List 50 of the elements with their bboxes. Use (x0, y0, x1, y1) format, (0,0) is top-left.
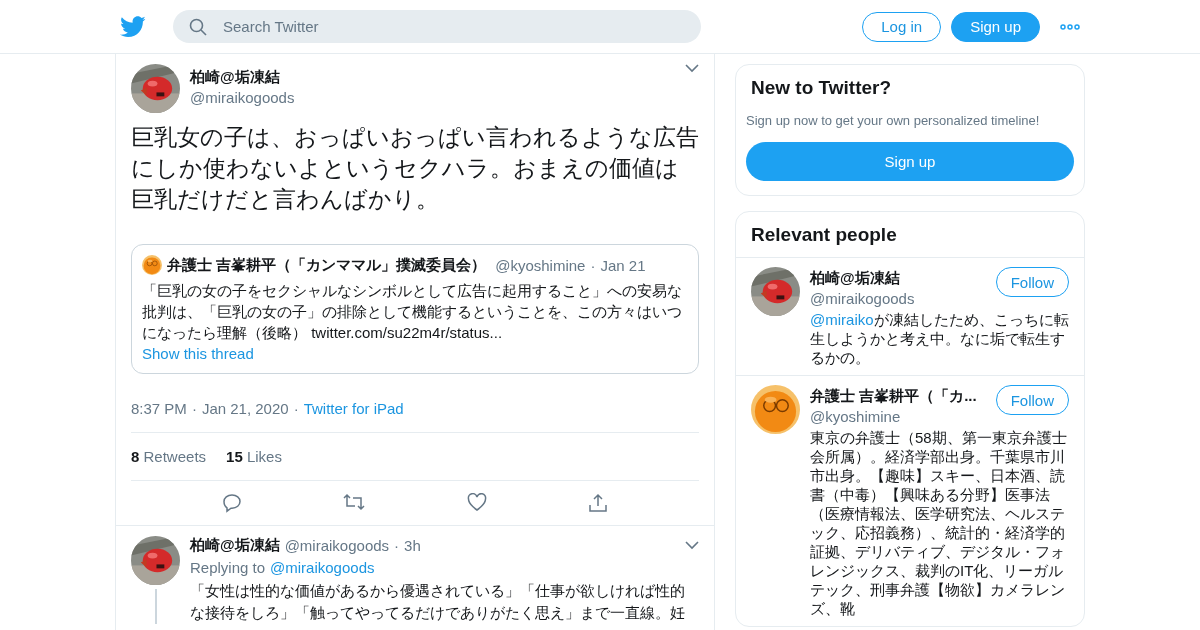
bird-logo[interactable] (120, 15, 146, 38)
separator-dot: · (590, 256, 596, 274)
search-icon (189, 18, 207, 36)
reply-text: 「女性は性的な価値があるから優遇されている」「仕事が欲しければ性的な接待をしろ」「触ってやってるだけでありがたく思え」まで一直線。妊 (190, 581, 686, 623)
like-count[interactable]: 15 Likes (226, 448, 282, 465)
quoted-user-name: 弁護士 吉峯耕平（「カンママル」撲滅委員会） (167, 255, 487, 275)
share-icon[interactable] (588, 493, 609, 513)
heart-icon[interactable] (466, 493, 487, 511)
tweet-time: 8:37 PM (131, 400, 187, 417)
user-bio: @miraikoが凍結したため、こっちに転生しようかと考え中。なに垢で転生するかの。 (810, 310, 1069, 367)
tweet-text: 巨乳女の子は、おっぱいおっぱい言われるような広告にしか使わないよというセクハラ。おまえの価値は巨乳だけだと言わんばかり。 (131, 123, 699, 214)
user-handle[interactable]: @kyoshimine (810, 408, 988, 425)
signup-button[interactable]: Sign up (951, 11, 1040, 42)
reply-icon[interactable] (221, 493, 242, 513)
search-field[interactable]: Search Twitter (173, 10, 701, 43)
card-title: Relevant people (750, 223, 898, 247)
tweet-date: Jan 21, 2020 (201, 400, 289, 417)
user-name[interactable]: 柏崎@垢凍結 (190, 68, 675, 87)
card-subtitle: Sign up now to get your own personalized timeline! (746, 113, 1041, 128)
separator-dot: · (191, 400, 197, 417)
user-name[interactable]: 柏崎@垢凍結 (810, 269, 988, 288)
more-icon[interactable] (1060, 23, 1080, 30)
login-button[interactable]: Log in (862, 11, 942, 42)
card-title: New to Twitter? (750, 77, 893, 99)
quoted-tweet[interactable]: 弁護士 吉峯耕平（「カンママル」撲滅委員会） @kyoshimine · Jan 21 「巨乳の女の子をセクシャルなシンボルとして広告に起用すること」への安易な批判は、「巨乳の女の子」の排除として機能するということを、この方々はいつになったら理解（後略） twitter.com/su22m4r/status... Show this thread (131, 244, 699, 374)
user-handle[interactable]: @miraikogoods (810, 290, 988, 307)
user-bio: 東京の弁護士（58期、第一東京弁護士会所属）。経済学部出身。千葉県市川市出身。【趣味】スキー、日本酒、読書（中毒）【興味ある分野】医事法（医療情報法、医学研究法、ヘルステック、応招義務）、統計的・経済学的証拠、デリバティブ、デジタル・フォレンジックス、裁判のIT化、リーガルテック、刑事弁護【物欲】カメラレンズ、靴 (810, 428, 1068, 618)
quoted-link[interactable]: twitter.com/su22m4r/status... (311, 324, 503, 341)
chevron-icon[interactable] (685, 64, 699, 73)
signup-button[interactable]: Sign up (746, 142, 1074, 181)
show-thread-link[interactable]: Show this thread (142, 345, 254, 362)
separator-dot: · (293, 400, 299, 417)
reply-time: 3h (404, 537, 421, 554)
mention-link[interactable]: @miraiko (810, 311, 874, 328)
replying-label: Replying to (190, 559, 266, 576)
user-name[interactable]: 柏崎@垢凍結 (190, 536, 280, 555)
quoted-text: 「巨乳の女の子をセクシャルなシンボルとして広告に起用すること」への安易な批判は、「巨乳の女の子」の排除として機能するということを、この方々はいつになったら理解（後略） twitter.com/su22m4r/status... (142, 281, 683, 343)
source-link[interactable]: Twitter for iPad (303, 400, 404, 417)
follow-button[interactable]: Follow (995, 385, 1069, 415)
user-name[interactable]: 弁護士 吉峯耕平（「カ... (810, 387, 988, 406)
user-handle[interactable]: @miraikogoods (284, 537, 390, 554)
quoted-date: Jan 21 (600, 256, 646, 274)
retweet-icon[interactable] (343, 493, 366, 511)
quoted-user-handle: @kyoshimine (495, 256, 586, 274)
user-handle[interactable]: @miraikogoods (190, 89, 675, 106)
mention-link[interactable]: @miraikogoods (270, 559, 375, 576)
chevron-icon[interactable] (685, 541, 699, 550)
retweet-count[interactable]: 8 Retweets (131, 448, 207, 465)
follow-button[interactable]: Follow (995, 267, 1069, 297)
separator-dot: · (394, 537, 400, 554)
